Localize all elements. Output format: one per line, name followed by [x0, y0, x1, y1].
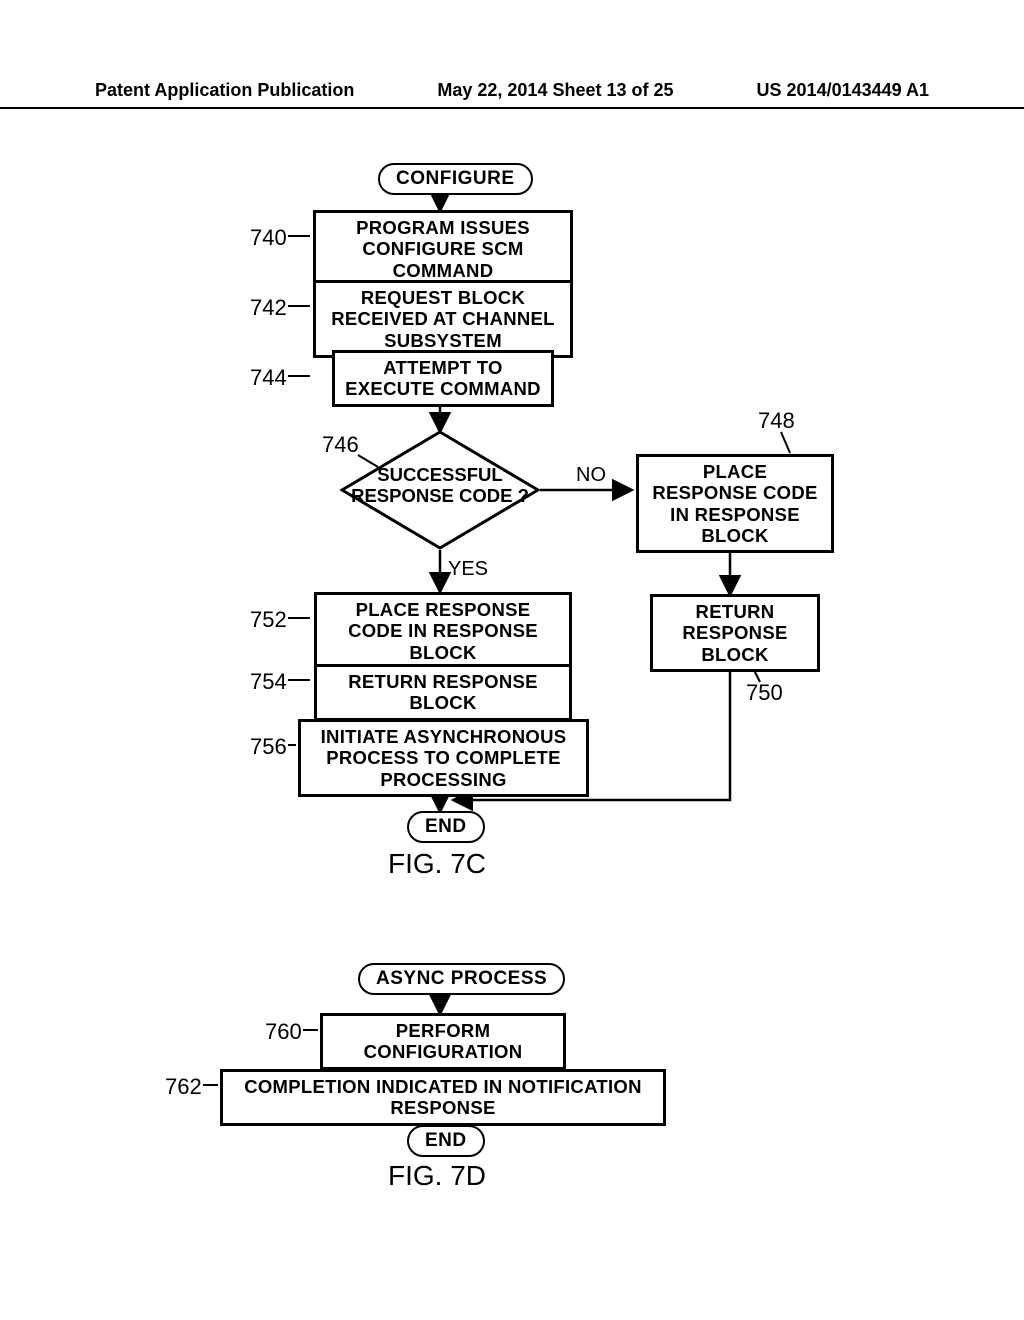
ref-756: 756: [250, 734, 287, 760]
ref-752: 752: [250, 607, 287, 633]
terminator-configure: CONFIGURE: [378, 163, 533, 195]
branch-yes: YES: [448, 558, 488, 581]
process-752: PLACE RESPONSE CODE IN RESPONSE BLOCK: [314, 592, 572, 670]
ref-746: 746: [322, 432, 359, 458]
terminator-end-7d: END: [407, 1125, 485, 1157]
process-760: PERFORM CONFIGURATION: [320, 1013, 566, 1070]
ref-762: 762: [165, 1074, 202, 1100]
process-750: RETURN RESPONSE BLOCK: [650, 594, 820, 672]
terminator-async: ASYNC PROCESS: [358, 963, 565, 995]
process-762: COMPLETION INDICATED IN NOTIFICATION RES…: [220, 1069, 666, 1126]
ref-750: 750: [746, 680, 783, 706]
header-center: May 22, 2014 Sheet 13 of 25: [437, 80, 673, 101]
process-754: RETURN RESPONSE BLOCK: [314, 664, 572, 721]
caption-7c: FIG. 7C: [388, 848, 486, 880]
process-748: PLACE RESPONSE CODE IN RESPONSE BLOCK: [636, 454, 834, 553]
ref-754: 754: [250, 669, 287, 695]
page-header: Patent Application Publication May 22, 2…: [0, 80, 1024, 109]
process-742: REQUEST BLOCK RECEIVED AT CHANNEL SUBSYS…: [313, 280, 573, 358]
caption-7d: FIG. 7D: [388, 1160, 486, 1192]
branch-no: NO: [576, 464, 606, 487]
ref-744: 744: [250, 365, 287, 391]
header-right: US 2014/0143449 A1: [757, 80, 929, 101]
ref-748: 748: [758, 408, 795, 434]
process-740: PROGRAM ISSUES CONFIGURE SCM COMMAND: [313, 210, 573, 288]
process-756: INITIATE ASYNCHRONOUS PROCESS TO COMPLET…: [298, 719, 589, 797]
ref-742: 742: [250, 295, 287, 321]
terminator-end-7c: END: [407, 811, 485, 843]
decision-746: SUCCESSFUL RESPONSE CODE ?: [340, 430, 540, 550]
header-left: Patent Application Publication: [95, 80, 354, 101]
process-744: ATTEMPT TO EXECUTE COMMAND: [332, 350, 554, 407]
ref-740: 740: [250, 225, 287, 251]
ref-760: 760: [265, 1019, 302, 1045]
